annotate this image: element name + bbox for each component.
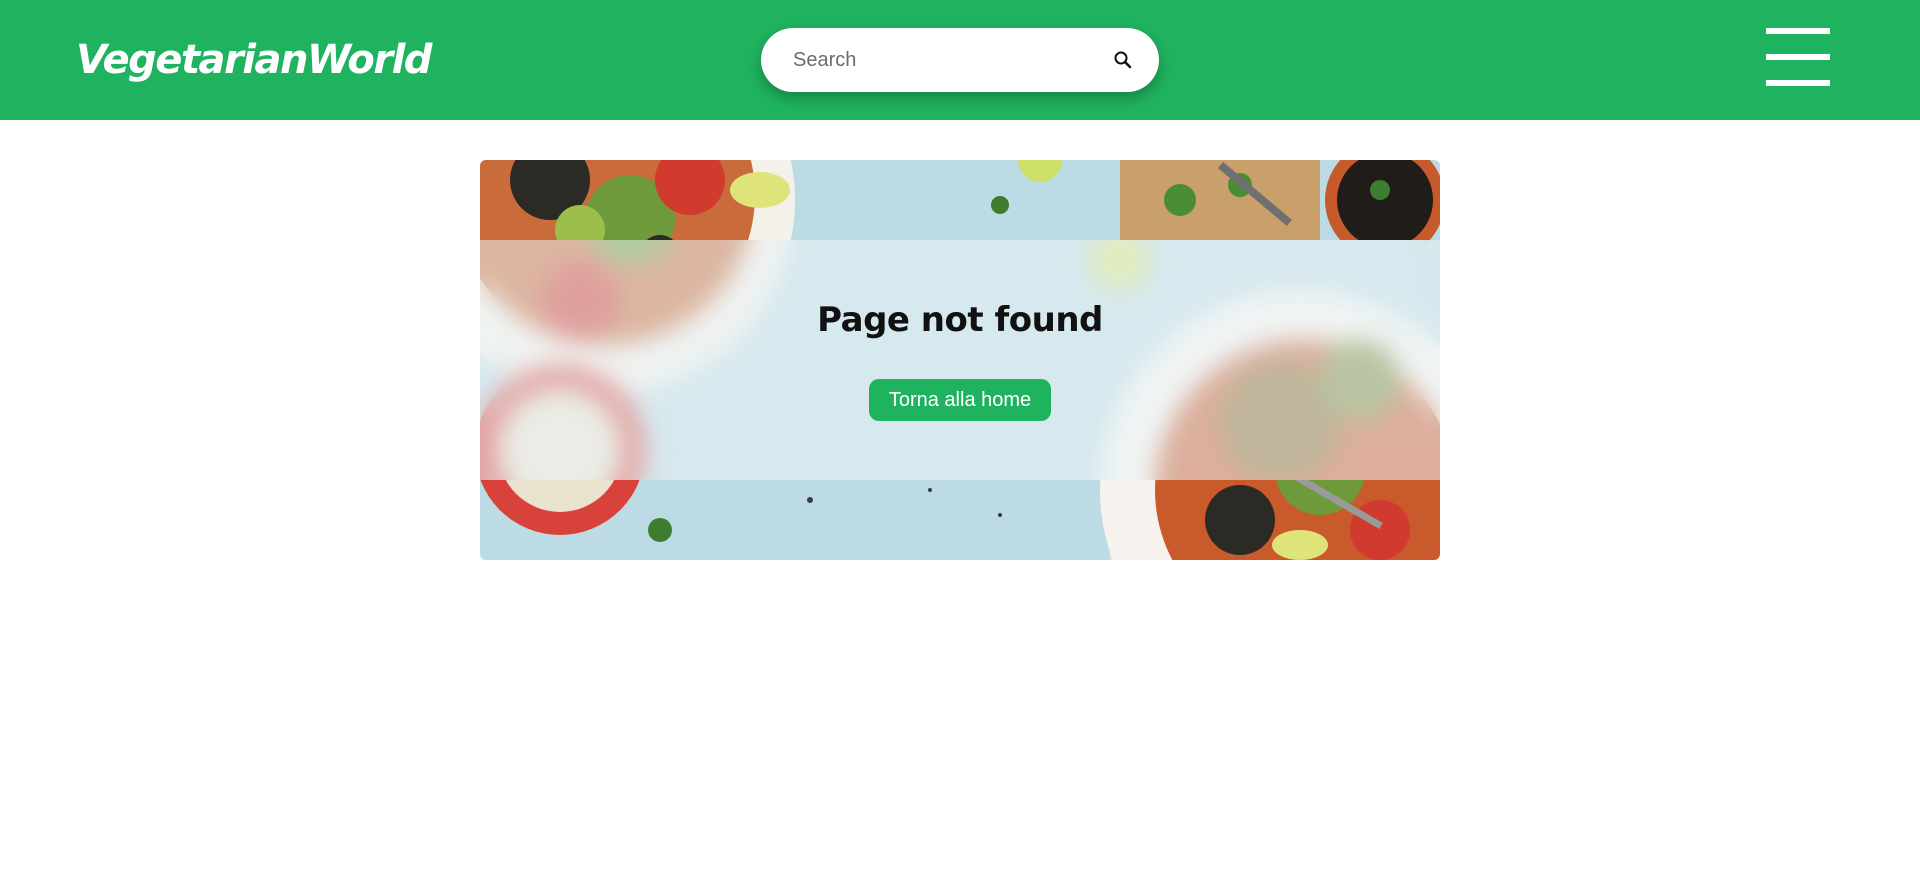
site-logo[interactable]: VegetarianWorld: [76, 30, 432, 90]
not-found-card: Page not found Torna alla home: [480, 160, 1440, 560]
hamburger-menu-icon[interactable]: [1764, 26, 1832, 88]
panel-overlay: [480, 240, 1440, 480]
hamburger-line: [1766, 80, 1830, 86]
blurred-message-panel: [480, 240, 1440, 480]
page-title: Page not found: [817, 300, 1103, 340]
top-navbar: VegetarianWorld: [0, 0, 1920, 120]
search-input[interactable]: [791, 28, 1091, 92]
hamburger-line: [1766, 28, 1830, 34]
back-to-home-button[interactable]: Torna alla home: [869, 379, 1051, 421]
search-box: [761, 28, 1159, 92]
hamburger-line: [1766, 54, 1830, 60]
search-icon[interactable]: [1109, 46, 1137, 74]
